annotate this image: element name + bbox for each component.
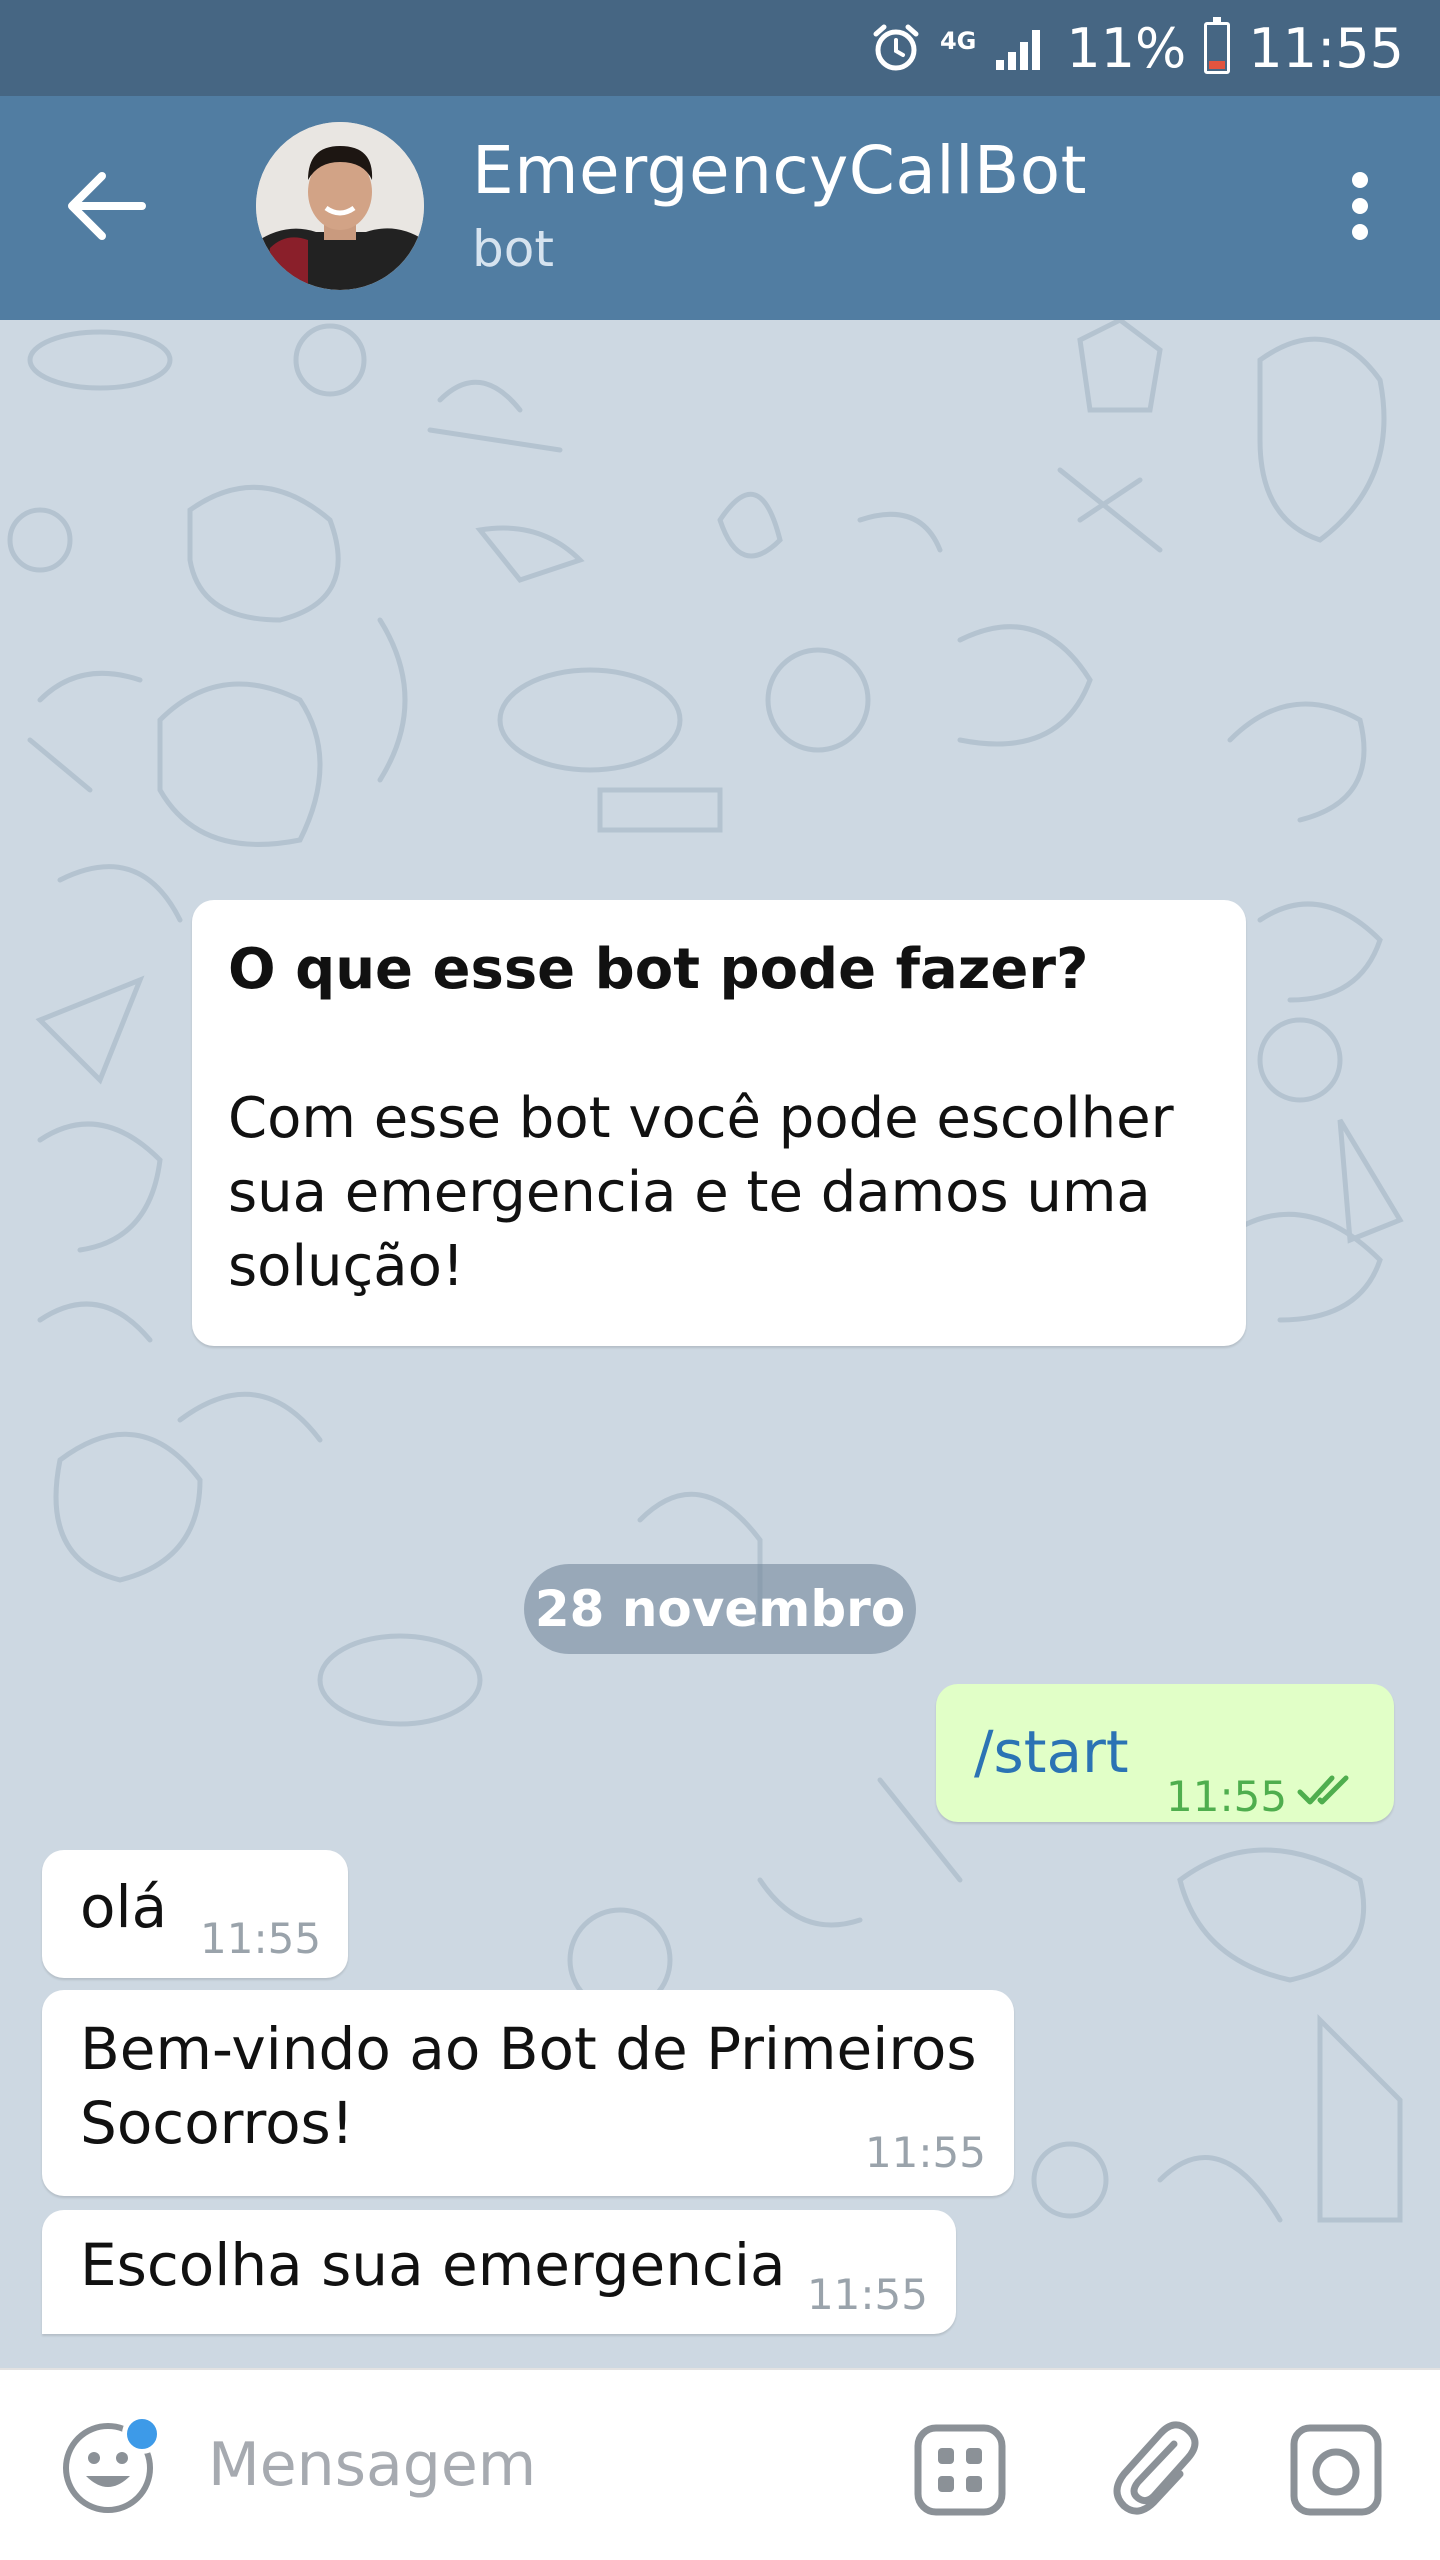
clock: 11:55 <box>1248 16 1404 80</box>
more-vertical-icon[interactable] <box>1340 172 1380 248</box>
message-time: 11:55 <box>864 2128 986 2177</box>
double-check-icon <box>1297 1775 1349 1805</box>
arrow-left-icon[interactable] <box>62 166 158 246</box>
message-bubble-incoming[interactable]: Escolha sua emergencia 11:55 <box>42 2210 956 2334</box>
signal-icon <box>996 30 1041 70</box>
network-type: 4G <box>939 27 977 55</box>
avatar-photo <box>256 122 424 290</box>
message-input-bar <box>0 2368 1440 2560</box>
battery-percent: 11% <box>1066 16 1187 80</box>
alarm-icon <box>873 24 919 71</box>
paperclip-icon[interactable] <box>1104 2414 1200 2518</box>
message-text: Bem-vindo ao Bot de Primeiros Socorros! <box>80 2015 977 2157</box>
bot-info-title: O que esse bot pode fazer? <box>228 937 1089 1002</box>
command-link[interactable]: /start <box>974 1718 1129 1786</box>
message-text: Escolha sua emergencia <box>80 2231 786 2299</box>
message-time: 11:55 <box>806 2270 928 2319</box>
chat-subtitle: bot <box>472 220 554 278</box>
chat-area[interactable]: O que esse bot pode fazer? Com esse bot … <box>0 320 1440 2368</box>
bot-avatar[interactable] <box>256 122 424 290</box>
notification-dot-icon <box>122 2414 162 2454</box>
message-bubble-incoming[interactable]: olá 11:55 <box>42 1850 348 1978</box>
chat-header: EmergencyCallBot bot <box>0 96 1440 320</box>
bot-info-card: O que esse bot pode fazer? Com esse bot … <box>192 900 1246 1346</box>
battery-icon <box>1204 17 1231 74</box>
message-input[interactable] <box>206 2414 850 2516</box>
message-time: 11:55 <box>1166 1772 1288 1821</box>
chat-title: EmergencyCallBot <box>472 132 1087 209</box>
status-icons: 4G 11% 11:55 <box>870 0 1404 96</box>
message-bubble-incoming[interactable]: Bem-vindo ao Bot de Primeiros Socorros! … <box>42 1990 1014 2196</box>
message-bubble-outgoing[interactable]: /start 11:55 <box>936 1684 1394 1822</box>
bot-commands-icon[interactable] <box>912 2422 1008 2518</box>
status-bar: 4G 11% 11:55 <box>0 0 1440 96</box>
message-time: 11:55 <box>200 1914 322 1963</box>
message-text: olá <box>80 1873 168 1941</box>
camera-icon[interactable] <box>1288 2422 1384 2518</box>
bot-info-text: Com esse bot você pode escolher sua emer… <box>228 1086 1174 1299</box>
date-separator: 28 novembro <box>524 1564 916 1654</box>
